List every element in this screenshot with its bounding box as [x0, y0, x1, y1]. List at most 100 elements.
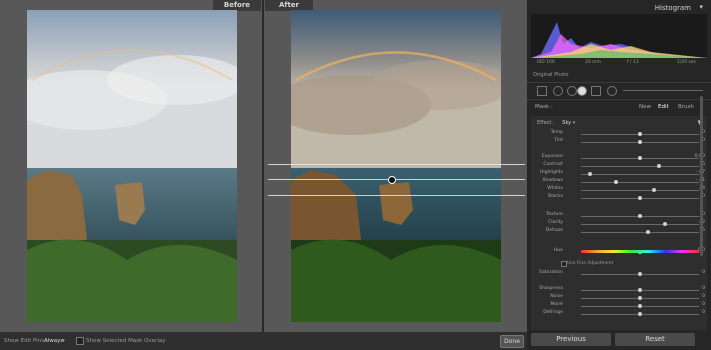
slider-label: Whites: [547, 186, 563, 191]
divider: [527, 82, 711, 83]
slider-thumb[interactable]: [638, 139, 642, 144]
bottom-toolbar: Show Edit Pins : Always ▾ Show Selected …: [0, 332, 527, 350]
slider-row-temp[interactable]: Temp 0: [531, 130, 707, 138]
slider-thumb[interactable]: [588, 171, 593, 176]
red-eye-icon[interactable]: [567, 86, 577, 96]
crop-tool-icon[interactable]: [537, 86, 547, 96]
slider-row-defringe[interactable]: Defringe 0: [531, 310, 707, 318]
slider-thumb[interactable]: [638, 311, 642, 316]
slider-value[interactable]: 0: [685, 302, 705, 307]
slider-value[interactable]: 0: [685, 286, 705, 291]
pane-divider[interactable]: [262, 0, 264, 332]
effect-value[interactable]: Sky: [562, 120, 571, 126]
slider-label: Exposure: [541, 154, 563, 159]
slider-row-clarity[interactable]: Clarity42: [531, 220, 707, 228]
show-edit-pins-dropdown[interactable]: Always: [44, 338, 63, 344]
exif-iso: ISO 100: [537, 60, 555, 65]
slider-label: Defringe: [543, 310, 563, 315]
mask-overlay-label: Show Selected Mask Overlay: [86, 338, 166, 344]
slider-track[interactable]: [581, 181, 699, 183]
slider-value[interactable]: 0: [685, 310, 705, 315]
slider-thumb[interactable]: [638, 295, 642, 300]
slider-track[interactable]: [581, 165, 699, 167]
original-photo-label: Original Photo: [533, 72, 569, 78]
edit-pin[interactable]: [388, 176, 396, 184]
before-photo: [27, 10, 237, 322]
adjustments-panel: Effect : Sky ▾ ▼ Temp0Tint0Exposure0.00C…: [531, 116, 707, 330]
slider-row-contrast[interactable]: Contrast36: [531, 162, 707, 170]
after-photo: [291, 10, 501, 322]
exif-focal: 20 mm: [585, 60, 601, 65]
slider-thumb[interactable]: [638, 195, 642, 200]
slider-row-shadows[interactable]: Shadows- 41: [531, 178, 707, 186]
slider-track[interactable]: [581, 223, 699, 225]
slider-row-sharpness[interactable]: Sharpness 0: [531, 286, 707, 294]
slider-label: Temp: [550, 130, 563, 135]
mask-gradient-line[interactable]: [268, 179, 525, 180]
previous-button[interactable]: Previous: [531, 333, 611, 346]
slider-label: Dehaze: [545, 228, 563, 233]
slider-thumb[interactable]: [614, 179, 619, 184]
exif-aperture: f / 13: [627, 60, 639, 65]
slider-label: Tint: [554, 138, 563, 143]
graduated-filter-icon[interactable]: [577, 86, 587, 96]
slider-row-saturation[interactable]: Saturation 0: [531, 270, 707, 278]
slider-label: Contrast: [543, 162, 563, 167]
slider-thumb[interactable]: [638, 131, 642, 136]
slider-label: Noise: [550, 294, 563, 299]
slider-label: Clarity: [548, 220, 563, 225]
tool-strip: [531, 84, 707, 98]
develop-panel: Histogram ▾ ISO 100 20 mm f / 13 1/20 se…: [527, 0, 711, 350]
slider-thumb[interactable]: [656, 163, 661, 168]
slider-row-noise[interactable]: Noise 0: [531, 294, 707, 302]
slider-row-dehaze[interactable]: Dehaze15: [531, 228, 707, 236]
radial-filter-icon[interactable]: [591, 86, 601, 96]
panel-scrollbar[interactable]: [700, 96, 703, 256]
slider-label: Blacks: [548, 194, 563, 199]
tool-slider[interactable]: [623, 90, 703, 91]
effect-row[interactable]: Effect : Sky ▾: [537, 120, 575, 126]
slider-thumb[interactable]: [662, 221, 667, 226]
slider-row-exposure[interactable]: Exposure0.00: [531, 154, 707, 162]
mask-brush-button[interactable]: Brush: [678, 104, 694, 110]
slider-thumb[interactable]: [638, 155, 642, 160]
slider-thumb[interactable]: [638, 271, 642, 276]
brush-icon[interactable]: [607, 86, 617, 96]
chevron-down-icon[interactable]: ▾: [62, 338, 65, 344]
slider-row-texture[interactable]: Texture 0: [531, 212, 707, 220]
slider-value[interactable]: 0: [685, 270, 705, 275]
slider-label: Hue: [553, 248, 563, 253]
mask-overlay-checkbox[interactable]: [76, 337, 84, 345]
slider-label: Texture: [546, 212, 563, 217]
slider-thumb[interactable]: [646, 229, 651, 234]
slider-thumb[interactable]: [638, 213, 642, 218]
slider-row-blacks[interactable]: Blacks 0: [531, 194, 707, 202]
slider-row-tint[interactable]: Tint 0: [531, 138, 707, 146]
mask-new-button[interactable]: New: [639, 104, 651, 110]
mask-gradient-line[interactable]: [268, 164, 525, 165]
mask-edit-button[interactable]: Edit: [658, 104, 669, 110]
done-button[interactable]: Done: [500, 335, 524, 348]
hue-gradient-bar[interactable]: [581, 250, 699, 253]
chevron-down-icon[interactable]: ▾: [573, 120, 576, 126]
slider-row-highlights[interactable]: Highlights- 87: [531, 170, 707, 178]
slider-row-moir[interactable]: Moiré 0: [531, 302, 707, 310]
slider-label: Shadows: [542, 178, 563, 183]
fine-adjustment-label: Use Fine Adjustment: [567, 261, 614, 266]
slider-thumb[interactable]: [638, 287, 642, 292]
slider-track[interactable]: [581, 189, 699, 191]
slider-track[interactable]: [581, 173, 699, 175]
slider-label: Moiré: [550, 302, 563, 307]
reset-button[interactable]: Reset: [615, 333, 695, 346]
slider-label: Saturation: [539, 270, 563, 275]
mask-gradient-line[interactable]: [268, 195, 525, 196]
exif-shutter: 1/20 sec: [677, 60, 697, 65]
slider-row-whites[interactable]: Whites24: [531, 186, 707, 194]
spot-removal-icon[interactable]: [553, 86, 563, 96]
slider-value[interactable]: 0: [685, 294, 705, 299]
slider-thumb[interactable]: [638, 303, 642, 308]
collapse-triangle-icon[interactable]: ▾: [699, 3, 703, 11]
slider-track[interactable]: [581, 231, 699, 233]
histogram-title[interactable]: Histogram: [655, 4, 691, 12]
slider-thumb[interactable]: [652, 187, 657, 192]
